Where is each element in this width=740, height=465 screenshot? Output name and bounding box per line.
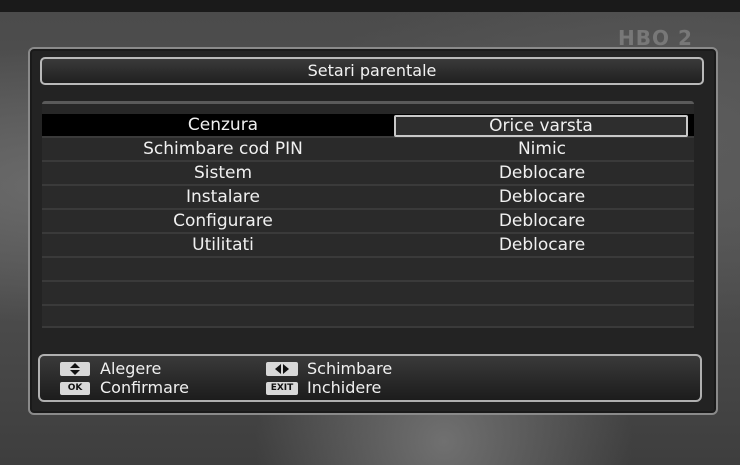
dialog-title: Setari parentale — [40, 57, 704, 85]
row-value: Deblocare — [498, 163, 586, 183]
row-label: Schimbare cod PIN — [143, 139, 303, 159]
help-bar: Alegere Schimbare OK Confirmare EXIT Inc… — [38, 354, 702, 402]
row-sistem[interactable]: Sistem Deblocare — [42, 162, 694, 186]
row-value: Deblocare — [498, 211, 586, 231]
row-instalare[interactable]: Instalare Deblocare — [42, 186, 694, 210]
help-close-label: Inchidere — [307, 378, 382, 397]
row-label: Sistem — [193, 163, 253, 183]
row-cenzura[interactable]: Cenzura Orice varsta — [42, 114, 694, 138]
row-configurare[interactable]: Configurare Deblocare — [42, 210, 694, 234]
top-edge — [0, 0, 740, 12]
parental-settings-dialog: Setari parentale Cenzura Orice varsta Sc… — [28, 47, 718, 415]
row-value: Deblocare — [498, 187, 586, 207]
help-change-label: Schimbare — [307, 359, 393, 378]
left-right-arrows-icon — [266, 362, 298, 376]
help-select-label: Alegere — [100, 359, 162, 378]
empty-row — [42, 258, 694, 282]
empty-row — [42, 306, 694, 328]
row-value: Nimic — [517, 139, 567, 159]
row-value: Deblocare — [498, 235, 586, 255]
help-confirm-label: Confirmare — [100, 378, 189, 397]
row-label: Instalare — [186, 187, 260, 207]
row-value[interactable]: Orice varsta — [394, 115, 688, 137]
up-down-arrows-icon — [60, 362, 90, 376]
row-label: Configurare — [173, 211, 273, 231]
row-label: Cenzura — [187, 115, 259, 135]
row-change-pin[interactable]: Schimbare cod PIN Nimic — [42, 138, 694, 162]
ok-key-icon: OK — [60, 382, 90, 395]
exit-key-icon: EXIT — [266, 382, 298, 395]
row-label: Utilitati — [192, 235, 254, 255]
row-utilitati[interactable]: Utilitati Deblocare — [42, 234, 694, 258]
settings-list: Cenzura Orice varsta Schimbare cod PIN N… — [42, 101, 694, 328]
empty-row — [42, 282, 694, 306]
